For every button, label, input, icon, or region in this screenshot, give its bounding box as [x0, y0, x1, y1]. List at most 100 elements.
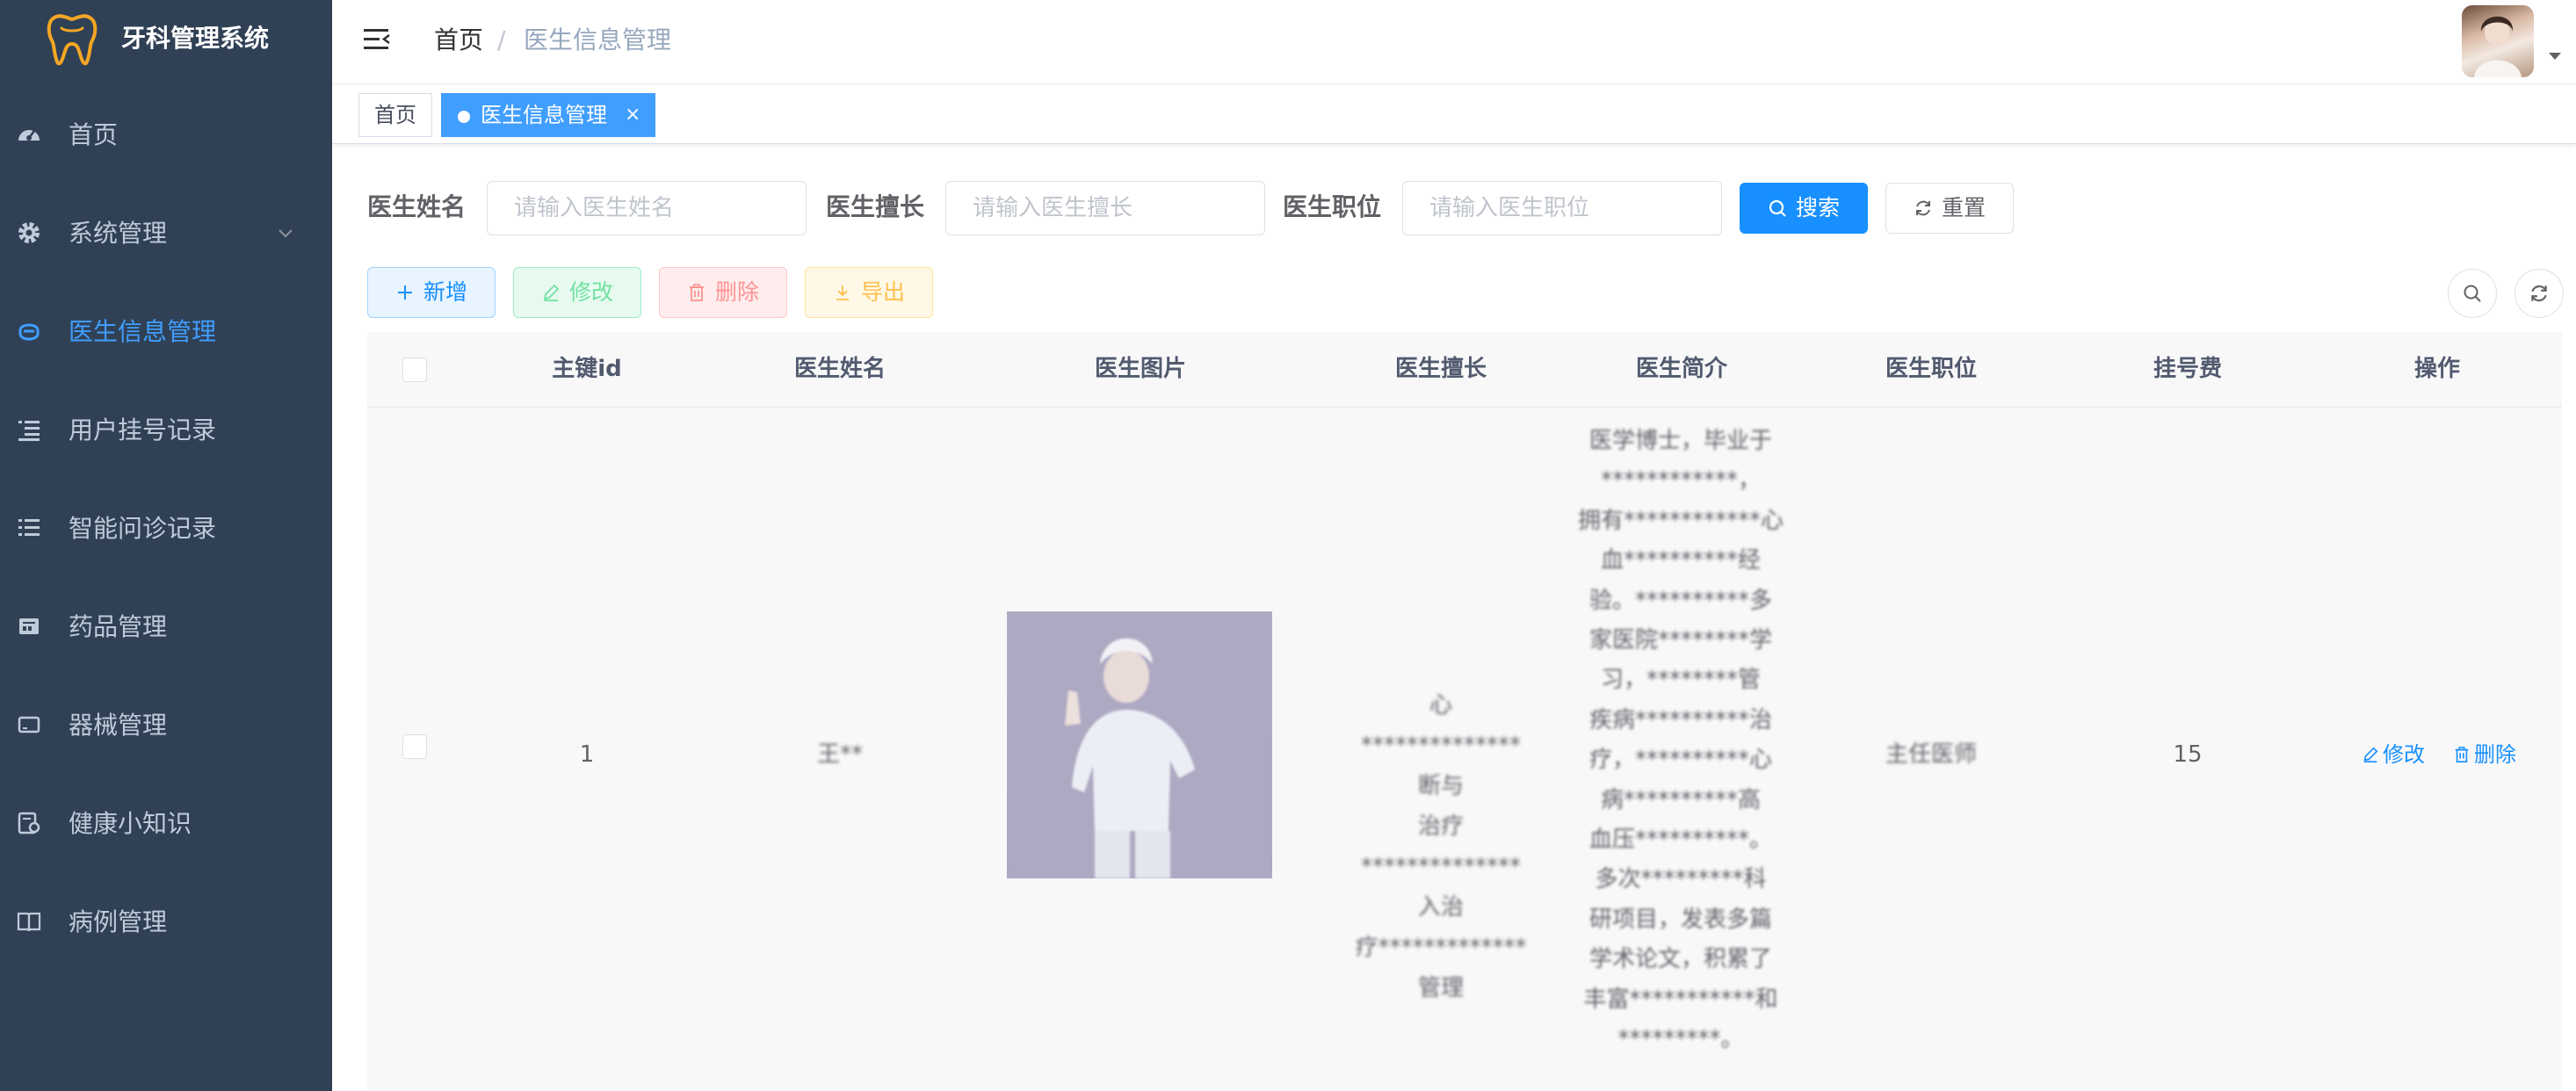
sidebar-item-label: 系统管理 — [69, 219, 168, 248]
tags-view: 首页 医生信息管理 × — [332, 84, 2576, 144]
hamburger-icon[interactable] — [362, 26, 392, 53]
tag-home[interactable]: 首页 — [358, 93, 432, 137]
plus-icon — [397, 285, 412, 300]
active-dot-icon — [458, 111, 470, 123]
column-header[interactable]: 医生擅长 — [1353, 351, 1529, 387]
trash-icon — [689, 284, 704, 301]
specialty-line: 心**************断与 — [1361, 692, 1521, 799]
row-edit-link[interactable]: 修改 — [2362, 734, 2425, 775]
logo: 牙科管理系统 — [0, 0, 332, 79]
breadcrumb-separator: / — [497, 25, 506, 54]
add-button[interactable]: 新增 — [367, 267, 496, 318]
sidebar-item-system[interactable]: 系统管理 — [0, 184, 332, 283]
sidebar-item-label: 健康小知识 — [69, 809, 192, 838]
tag-doctor-management[interactable]: 医生信息管理 × — [441, 93, 655, 137]
close-icon[interactable]: × — [625, 94, 640, 136]
refresh-icon — [2531, 285, 2547, 302]
navbar: 首页 / 医生信息管理 — [332, 0, 2576, 84]
column-header[interactable]: 挂号费 — [2100, 351, 2276, 387]
intro-line: *********。 — [1617, 1026, 1744, 1053]
column-header[interactable]: 主键id — [517, 351, 657, 387]
row-edit-label: 修改 — [2383, 742, 2425, 767]
edit-icon — [2363, 747, 2378, 762]
intro-line: ************， — [1600, 467, 1761, 495]
table-header: 主键id 医生姓名 医生图片 医生擅长 医生简介 医生职位 挂号费 操作 — [367, 332, 2562, 408]
sidebar-item-label: 医生信息管理 — [69, 317, 217, 346]
reset-button[interactable]: 重置 — [1885, 183, 2014, 234]
download-icon — [836, 285, 849, 300]
intro-line: 丰富***********和 — [1583, 986, 1778, 1013]
specialty-line: 治疗**************入治 — [1361, 813, 1521, 921]
sidebar-item-home[interactable]: 首页 — [0, 86, 332, 184]
column-header[interactable]: 操作 — [2349, 351, 2525, 387]
sidebar-item-health-tips[interactable]: 健康小知识 — [0, 775, 332, 873]
cell-name: 王** — [816, 741, 863, 768]
specialty-line: 疗*************管理 — [1355, 935, 1527, 1001]
doctor-icon — [18, 323, 40, 341]
search-button-label: 搜索 — [1795, 195, 1840, 220]
doctor-photo — [1007, 611, 1272, 878]
doctor-name-input[interactable] — [487, 181, 807, 235]
knowledge-icon — [18, 812, 40, 835]
select-all-checkbox[interactable] — [402, 358, 427, 382]
column-header[interactable]: 医生图片 — [1053, 351, 1228, 387]
row-delete-label: 删除 — [2474, 742, 2516, 767]
sidebar-item-registration[interactable]: 用户挂号记录 — [0, 381, 332, 480]
doctor-specialty-input[interactable] — [945, 181, 1265, 235]
app-title: 牙科管理系统 — [121, 24, 270, 53]
chevron-down-icon — [279, 229, 293, 238]
doctor-title-input[interactable] — [1402, 181, 1722, 235]
sidebar-item-consultation[interactable]: 智能问诊记录 — [0, 480, 332, 578]
intro-line: 研项目，发表多篇 — [1588, 906, 1772, 933]
export-button[interactable]: 导出 — [805, 267, 933, 318]
sidebar-item-cases[interactable]: 病例管理 — [0, 873, 332, 972]
doctor-title-label: 医生职位 — [1283, 192, 1382, 221]
intro-line: 验。**********多 — [1588, 587, 1772, 614]
cell-id: 1 — [579, 741, 595, 768]
sidebar-item-label: 病例管理 — [69, 907, 168, 936]
column-header[interactable]: 医生职位 — [1843, 351, 2019, 387]
avatar[interactable] — [2462, 5, 2534, 77]
search-icon — [2464, 285, 2481, 302]
sidebar-item-doctor[interactable]: 医生信息管理 — [0, 283, 332, 381]
add-button-label: 新增 — [423, 279, 467, 305]
device-icon — [18, 716, 40, 733]
delete-button[interactable]: 删除 — [659, 267, 787, 318]
cell-specialty: 心**************断与 治疗**************入治 疗**… — [1353, 685, 1529, 1008]
caret-down-icon[interactable] — [2548, 51, 2562, 61]
cell-title: 主任医师 — [1885, 741, 1977, 768]
search-button[interactable]: 搜索 — [1740, 183, 1868, 234]
column-header[interactable]: 医生姓名 — [752, 351, 928, 387]
sidebar-item-equipment[interactable]: 器械管理 — [0, 676, 332, 775]
doctor-specialty-label: 医生擅长 — [826, 192, 925, 221]
intro-line: 拥有************心 — [1577, 507, 1784, 534]
doctor-photo-image — [1007, 611, 1272, 878]
row-checkbox[interactable] — [402, 734, 427, 759]
list-icon — [18, 519, 40, 536]
toggle-search-button[interactable] — [2448, 269, 2497, 318]
intro-line: 学术论文，积累了 — [1588, 946, 1772, 973]
refresh-icon — [1915, 200, 1930, 216]
tag-label: 医生信息管理 — [481, 103, 607, 127]
sidebar-item-medicine[interactable]: 药品管理 — [0, 578, 332, 676]
edit-button-label: 修改 — [568, 279, 613, 305]
sidebar-item-label: 器械管理 — [69, 711, 168, 740]
breadcrumb-current: 医生信息管理 — [524, 25, 672, 54]
edit-button[interactable]: 修改 — [513, 267, 641, 318]
cell-fee: 15 — [2173, 741, 2203, 768]
sidebar-item-label: 首页 — [69, 120, 119, 149]
pdf-icon — [19, 618, 39, 634]
refresh-table-button[interactable] — [2514, 269, 2564, 318]
column-header[interactable]: 医生简介 — [1594, 351, 1769, 387]
dashboard-icon — [18, 130, 40, 141]
intro-line: 血**********经 — [1600, 547, 1761, 574]
trash-icon — [2455, 747, 2469, 762]
reset-button-label: 重置 — [1941, 195, 1986, 220]
sidebar: 牙科管理系统 首页 系统管理 医生信息管理 用户挂号记录 智能问诊记录 药品管理… — [0, 0, 332, 1091]
row-delete-link[interactable]: 删除 — [2453, 734, 2516, 775]
table-row[interactable]: 1 王** 心**************断与 治疗**************… — [367, 408, 2562, 1091]
list-indent-icon — [18, 421, 40, 441]
breadcrumb-home[interactable]: 首页 — [434, 23, 483, 58]
doctor-name-label: 医生姓名 — [367, 192, 467, 221]
intro-line: 血压**********。 — [1588, 827, 1772, 854]
